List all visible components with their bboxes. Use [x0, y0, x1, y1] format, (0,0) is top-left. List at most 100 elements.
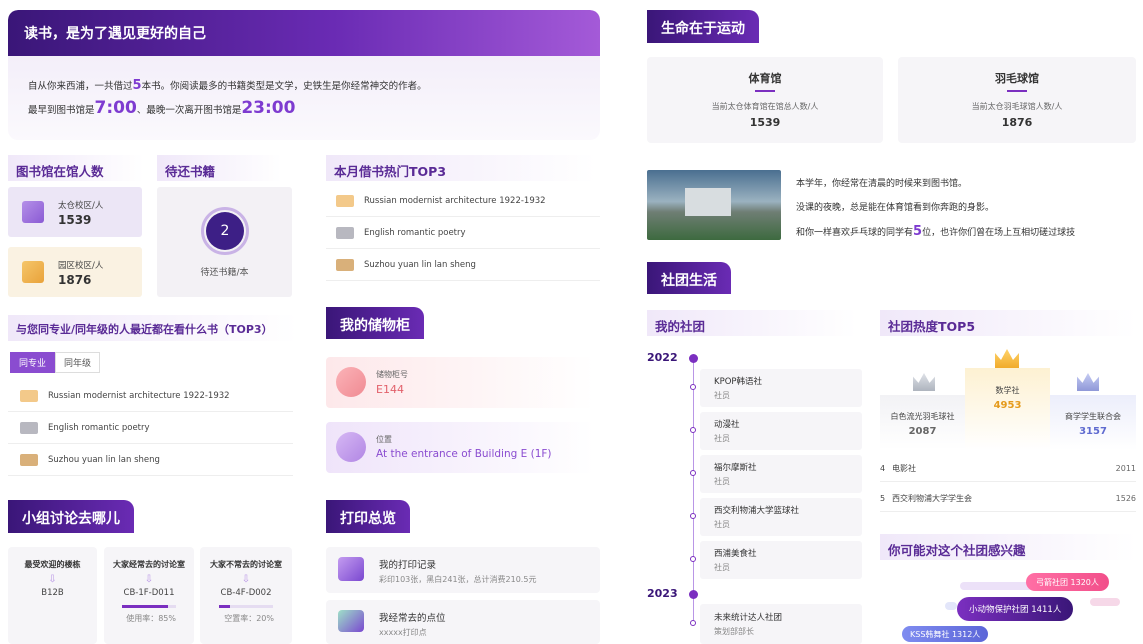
print-record-row[interactable]: 我的打印记录 彩印103张，黑白241张，总计消费210.5元	[326, 547, 600, 593]
club-role: 社员	[714, 563, 730, 572]
podium-first: 数学社 4953	[965, 368, 1050, 450]
club-name: 动漫社	[714, 420, 740, 430]
hot-books-header: 本月借书热门TOP3	[326, 155, 596, 181]
hot-book-item[interactable]: Suzhou yuan lin lan sheng	[326, 249, 600, 281]
rank-name: 西交利物浦大学学生会	[892, 494, 972, 503]
building-icon	[22, 201, 44, 223]
top1-value: 4953	[993, 400, 1022, 411]
book-icon	[20, 421, 38, 434]
book-icon	[336, 194, 354, 207]
top2-name: 白色流光羽毛球社	[890, 412, 955, 421]
banner-line1: 自从你来西浦，一共借过5本书。你阅读最多的书籍类型是文学，史铁生是你经常神交的作…	[28, 78, 427, 93]
club-role: 社员	[714, 520, 730, 529]
book-icon	[20, 389, 38, 402]
pending-ring: 2	[201, 207, 249, 255]
stack-icon	[338, 610, 364, 632]
pending-label: 待还书籍/本	[200, 268, 249, 278]
building-shape	[685, 188, 731, 216]
vacancy-bar-fill	[219, 605, 230, 608]
discussion-card-building: 最受欢迎的楼栋 ⇩ B12B	[8, 547, 97, 644]
pending-count-circle: 2	[206, 212, 244, 250]
library-count-header: 图书馆在馆人数	[8, 155, 144, 181]
campus1-card: 太仓校区/人 1539	[8, 187, 142, 237]
discussion-card-frequent: 大家经常去的讨论室 ⇩ CB-1F-D011 使用率：85%	[104, 547, 194, 644]
locker-number-card: 储物柜号 E144	[326, 357, 594, 408]
peer-book-title: Suzhou yuan lin lan sheng	[48, 454, 160, 465]
rank-name: 电影社	[892, 464, 916, 473]
print-location-row[interactable]: 我经常去的点位 xxxxx打印点	[326, 600, 600, 644]
podium-second: 白色流光羽毛球社 2087	[880, 395, 965, 450]
timeline-node	[690, 427, 696, 433]
club-item[interactable]: 西浦美食社 社员	[690, 541, 862, 579]
tab-same-grade[interactable]: 同年级	[55, 352, 101, 373]
arrow-down-icon: ⇩	[241, 574, 251, 585]
print-location-title: 我经常去的点位	[379, 613, 446, 624]
club-name: 西交利物浦大学篮球社	[714, 506, 800, 516]
discussion-header: 小组讨论去哪儿	[8, 500, 134, 533]
crown-blue-icon	[1077, 373, 1099, 391]
bubble-bg	[1090, 598, 1120, 606]
interest-tag-animal[interactable]: 小动物保护社团 1411人	[957, 597, 1074, 621]
club-list-2022: KPOP韩语社 社员 动漫社 社员 福尔摩斯社 社员 西交利物浦大学篮球社 社员…	[690, 369, 862, 584]
location-pin-icon	[336, 432, 366, 462]
sport-text-line1: 本学年，你经常在清晨的时候来到图书馆。	[796, 179, 968, 189]
my-club-header: 我的社团	[647, 310, 857, 336]
peer-book-item[interactable]: Suzhou yuan lin lan sheng	[8, 444, 293, 476]
locker-location-label: 位置	[376, 435, 392, 444]
timeline-node	[690, 513, 696, 519]
badminton-value: 1876	[1001, 116, 1033, 129]
hot-club-header: 社团热度TOP5	[880, 310, 1136, 336]
peers-list: Russian modernist architecture 1922-1932…	[8, 380, 293, 476]
tab-same-grade-label: 同年级	[64, 359, 92, 369]
hot-book-item[interactable]: English romantic poetry	[326, 217, 600, 249]
gym-underline	[755, 90, 775, 92]
club-name: 未来统计达人社团	[714, 613, 783, 623]
club-name: KPOP韩语社	[714, 377, 763, 387]
sport-text-line3: 和你一样喜欢乒乓球的同学有5位，也许你们曾在场上互相切磋过球技	[796, 220, 1075, 245]
club-role: 社员	[714, 477, 730, 486]
top3-name: 商学学生联合会	[1065, 412, 1121, 421]
locker-title: 我的储物柜	[340, 318, 410, 334]
interest-tag-archery[interactable]: 弓箭社团 1320人	[1026, 573, 1109, 591]
timeline-line	[693, 358, 694, 624]
folder-icon	[22, 261, 44, 283]
interest-tag-label: KSS韩舞社 1312人	[910, 629, 981, 639]
usage-bar	[122, 605, 176, 608]
club-header: 社团生活	[647, 262, 731, 294]
year-dot	[689, 354, 698, 363]
sport-text-line2: 没课的夜晚，总是能在体育馆看到你奔跑的身影。	[796, 203, 995, 213]
gym-label: 当前太仓体育馆在馆总人数/人	[711, 102, 819, 111]
locker-icon	[336, 367, 366, 397]
peer-book-item[interactable]: Russian modernist architecture 1922-1932	[8, 380, 293, 412]
interest-header: 你可能对这个社团感兴趣	[880, 534, 1136, 560]
club-role: 社员	[714, 434, 730, 443]
club-item[interactable]: KPOP韩语社 社员	[690, 369, 862, 407]
discussion-card-title: 大家经常去的讨论室	[113, 560, 185, 569]
arrow-down-icon: ⇩	[144, 574, 154, 585]
peers-header: 与您同专业/同年级的人最近都在看什么书（TOP3）	[8, 315, 298, 341]
peer-book-item[interactable]: English romantic poetry	[8, 412, 293, 444]
gym-title: 体育馆	[748, 72, 782, 85]
gym-card: 体育馆 当前太仓体育馆在馆总人数/人 1539	[647, 57, 883, 143]
late-time: 23:00	[241, 98, 296, 118]
club-item[interactable]: 福尔摩斯社 社员	[690, 455, 862, 493]
club-item-2023[interactable]: 未来统计达人社团 策划部部长	[690, 604, 862, 644]
rank-value: 1526	[1115, 494, 1136, 503]
rank-row-5[interactable]: 5 西交利物浦大学学生会 1526	[880, 486, 1136, 512]
club-item[interactable]: 动漫社 社员	[690, 412, 862, 450]
year-2023: 2023	[647, 587, 678, 600]
library-count-title: 图书馆在馆人数	[16, 164, 104, 179]
campus2-card: 园区校区/人 1876	[8, 247, 142, 297]
discussion-card-value: CB-1F-D011	[123, 588, 175, 598]
club-item[interactable]: 西交利物浦大学篮球社 社员	[690, 498, 862, 536]
rank-row-4[interactable]: 4 电影社 2011	[880, 456, 1136, 482]
top1-name: 数学社	[995, 386, 1020, 395]
peers-title: 与您同专业/同年级的人最近都在看什么书（TOP3）	[16, 323, 273, 336]
top2-value: 2087	[908, 426, 937, 437]
sport-title: 生命在于运动	[661, 21, 745, 37]
bubble-bg	[945, 602, 957, 610]
tab-same-major[interactable]: 同专业	[10, 352, 56, 373]
interest-tag-kss[interactable]: KSS韩舞社 1312人	[902, 626, 989, 642]
tab-same-major-label: 同专业	[19, 359, 47, 369]
hot-book-item[interactable]: Russian modernist architecture 1922-1932	[326, 185, 600, 217]
